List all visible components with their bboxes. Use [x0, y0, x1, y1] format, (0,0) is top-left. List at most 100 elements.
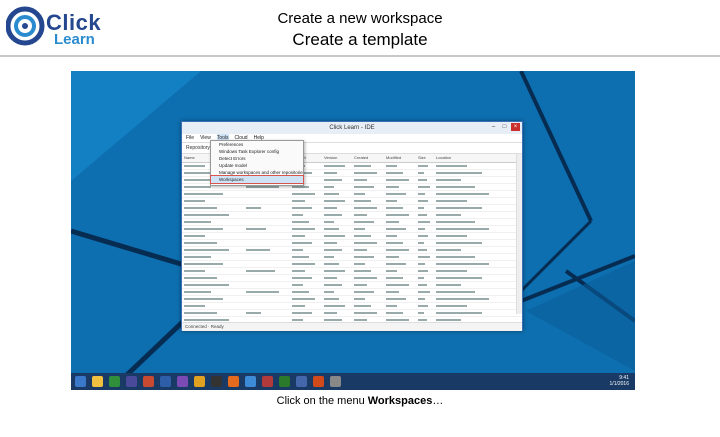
table-cell: [244, 240, 290, 246]
start-icon[interactable]: [75, 376, 86, 387]
table-cell: [290, 219, 322, 225]
caption-prefix: Click on the menu: [276, 395, 368, 407]
table-cell: [244, 303, 290, 309]
table-cell: [244, 282, 290, 288]
table-row[interactable]: [182, 226, 522, 233]
chrome-icon[interactable]: [245, 376, 256, 387]
table-cell: [384, 198, 416, 204]
table-cell: [352, 233, 384, 239]
col-modified[interactable]: Modified: [384, 154, 416, 162]
table-cell: [416, 212, 434, 218]
table-cell: [384, 226, 416, 232]
table-cell: [244, 268, 290, 274]
col-location[interactable]: Location: [434, 154, 506, 162]
excel-icon[interactable]: [109, 376, 120, 387]
table-row[interactable]: [182, 289, 522, 296]
app-icon-3[interactable]: [160, 376, 171, 387]
taskbar-clock[interactable]: 9:41 1/1/2016: [610, 375, 629, 387]
file-explorer-icon[interactable]: [92, 376, 103, 387]
table-cell: [244, 212, 290, 218]
table-row[interactable]: [182, 205, 522, 212]
col-version[interactable]: Version: [322, 154, 352, 162]
table-cell: [352, 184, 384, 190]
window-titlebar[interactable]: Click Learn - IDE – □ ×: [182, 122, 522, 134]
col-created[interactable]: Created: [352, 154, 384, 162]
table-row[interactable]: [182, 303, 522, 310]
table-row[interactable]: [182, 191, 522, 198]
app-icon-5[interactable]: [262, 376, 273, 387]
table-cell: [322, 184, 352, 190]
table-row[interactable]: [182, 282, 522, 289]
app-icon-1[interactable]: [126, 376, 137, 387]
table-cell: [322, 268, 352, 274]
table-cell: [384, 296, 416, 302]
table-cell: [244, 261, 290, 267]
dropdown-item-update-model[interactable]: Update model: [211, 162, 303, 169]
table-cell: [182, 247, 244, 253]
table-row[interactable]: [182, 268, 522, 275]
table-cell: [182, 303, 244, 309]
table-cell: [244, 191, 290, 197]
table-row[interactable]: [182, 219, 522, 226]
dropdown-item-detect-errors[interactable]: Detect Errors: [211, 155, 303, 162]
app-icon-6[interactable]: [279, 376, 290, 387]
table-cell: [322, 282, 352, 288]
table-cell: [182, 233, 244, 239]
dropdown-item-preferences[interactable]: Preferences: [211, 141, 303, 148]
table-cell: [416, 205, 434, 211]
table-cell: [182, 282, 244, 288]
dropdown-item-workspaces[interactable]: Workspaces: [210, 175, 304, 184]
menu-file[interactable]: File: [186, 134, 194, 142]
table-cell: [416, 191, 434, 197]
table-row[interactable]: [182, 247, 522, 254]
table-cell: [290, 240, 322, 246]
table-row[interactable]: [182, 212, 522, 219]
table-cell: [322, 233, 352, 239]
close-icon[interactable]: ×: [511, 123, 520, 131]
table-cell: [352, 163, 384, 169]
col-size[interactable]: Size: [416, 154, 434, 162]
dropdown-item-task-explorer[interactable]: Windows Task Explorer config: [211, 148, 303, 155]
table-row[interactable]: [182, 310, 522, 317]
slide-caption: Click on the menu Workspaces…: [0, 395, 720, 407]
app-icon-7[interactable]: [296, 376, 307, 387]
app-icon-8[interactable]: [313, 376, 324, 387]
app-icon-2[interactable]: [143, 376, 154, 387]
app-icon-4[interactable]: [194, 376, 205, 387]
table-row[interactable]: [182, 254, 522, 261]
table-cell: [322, 191, 352, 197]
table-cell: [290, 212, 322, 218]
table-row[interactable]: [182, 275, 522, 282]
taskbar: 9:41 1/1/2016: [71, 373, 635, 390]
tools-dropdown-menu: Preferences Windows Task Explorer config…: [210, 140, 304, 186]
table-cell: [352, 268, 384, 274]
table-row[interactable]: [182, 240, 522, 247]
dropdown-item-manage-repositories[interactable]: Manage workspaces and other repositories: [211, 169, 303, 176]
table-cell: [384, 275, 416, 281]
table-cell: [290, 296, 322, 302]
table-cell: [416, 233, 434, 239]
table-cell: [182, 296, 244, 302]
table-cell: [322, 170, 352, 176]
visual-studio-icon[interactable]: [177, 376, 188, 387]
app-window[interactable]: Click Learn - IDE – □ × File View Tools …: [181, 121, 523, 331]
table-row[interactable]: [182, 198, 522, 205]
app-icon-9[interactable]: [330, 376, 341, 387]
table-row[interactable]: [182, 233, 522, 240]
table-row[interactable]: [182, 296, 522, 303]
table-cell: [322, 163, 352, 169]
terminal-icon[interactable]: [211, 376, 222, 387]
table-cell: [290, 205, 322, 211]
table-cell: [290, 261, 322, 267]
minimize-icon[interactable]: –: [489, 123, 498, 131]
table-cell: [322, 254, 352, 260]
table-cell: [290, 275, 322, 281]
table-cell: [416, 247, 434, 253]
table-row[interactable]: [182, 261, 522, 268]
clock-date: 1/1/2016: [609, 381, 629, 387]
vertical-scrollbar[interactable]: [516, 154, 522, 314]
table-cell: [434, 205, 506, 211]
maximize-icon[interactable]: □: [500, 123, 509, 131]
table-cell: [290, 289, 322, 295]
firefox-icon[interactable]: [228, 376, 239, 387]
